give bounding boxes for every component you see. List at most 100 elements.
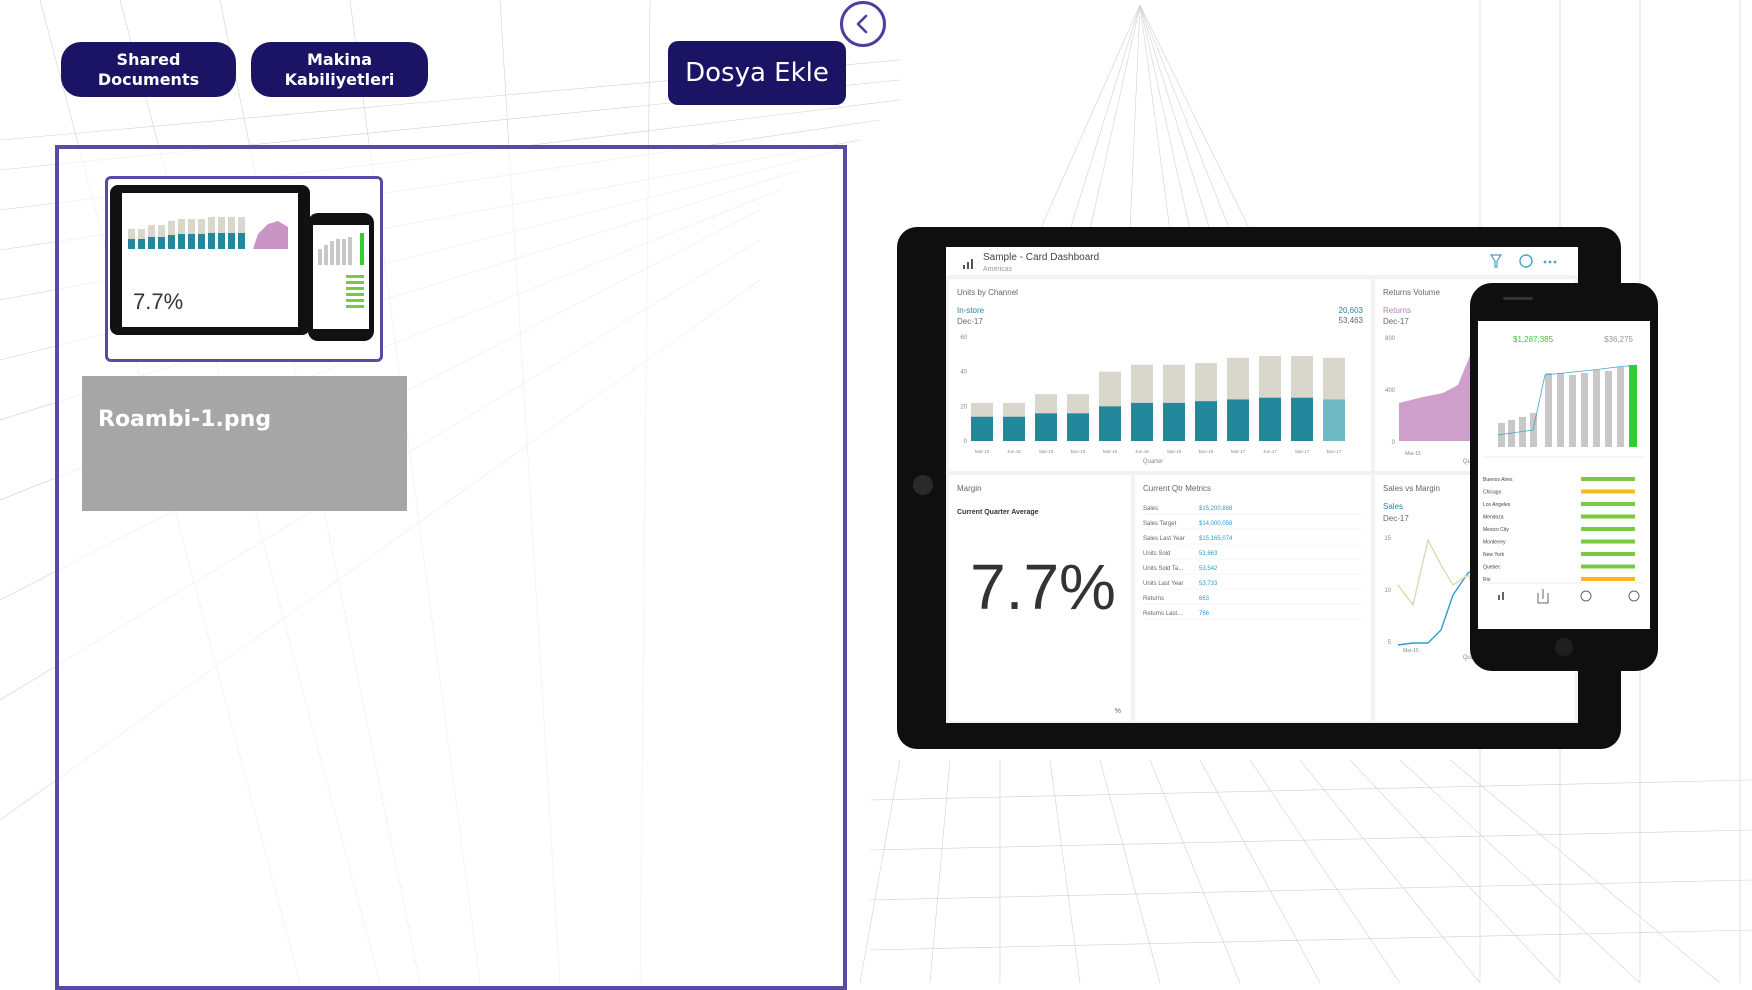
city-bar bbox=[1581, 564, 1635, 569]
svg-text:Dec-17: Dec-17 bbox=[957, 317, 983, 326]
bar-segment-instore bbox=[1163, 402, 1185, 441]
metric-value: 766 bbox=[1199, 611, 1210, 617]
x-tick-label: Mar-16 bbox=[1103, 449, 1118, 454]
svg-text:Returns Volume: Returns Volume bbox=[1383, 288, 1440, 297]
makina-kabiliyetleri-button[interactable]: Makina Kabiliyetleri bbox=[251, 42, 428, 97]
x-tick-label: Sep-15 bbox=[1039, 449, 1054, 454]
metric-value: $14,000,058 bbox=[1199, 521, 1233, 527]
city-bar bbox=[1581, 489, 1635, 494]
file-name-card[interactable]: Roambi-1.png bbox=[82, 376, 407, 511]
bar-segment-other bbox=[971, 402, 993, 417]
city-label: New York bbox=[1483, 552, 1505, 558]
file-name-label: Roambi-1.png bbox=[98, 407, 272, 432]
city-label: Quebec bbox=[1483, 565, 1501, 571]
svg-text:Sales: Sales bbox=[1383, 502, 1403, 511]
svg-text:Margin: Margin bbox=[957, 484, 981, 493]
city-bar bbox=[1581, 577, 1635, 581]
bar-segment-other bbox=[1131, 364, 1153, 403]
metric-label: Sales Last Year bbox=[1143, 536, 1185, 542]
svg-text:10: 10 bbox=[1384, 588, 1391, 594]
x-tick-label: Mar-17 bbox=[1231, 449, 1246, 454]
x-tick-label: Sep-17 bbox=[1295, 449, 1310, 454]
chevron-left-icon bbox=[856, 14, 868, 34]
bar-segment-other bbox=[1227, 357, 1249, 400]
y-tick-label: 20 bbox=[960, 404, 967, 410]
x-tick-label: Jun-16 bbox=[1135, 449, 1149, 454]
bar-segment-instore bbox=[1003, 416, 1025, 441]
svg-text:Dec-17: Dec-17 bbox=[1383, 514, 1409, 523]
city-label: Mendoza bbox=[1483, 515, 1504, 521]
svg-text:%: % bbox=[1115, 708, 1121, 715]
dashboard-title: Sample - Card Dashboard bbox=[983, 252, 1099, 263]
city-label: Rio bbox=[1483, 577, 1491, 583]
metric-label: Returns bbox=[1143, 596, 1164, 602]
svg-text:In-store: In-store bbox=[957, 306, 985, 315]
dosya-ekle-button[interactable]: Dosya Ekle bbox=[668, 41, 846, 105]
svg-text:Dec-17: Dec-17 bbox=[1383, 317, 1409, 326]
city-label: Monterrey bbox=[1483, 540, 1506, 546]
metric-label: Returns Last... bbox=[1143, 611, 1182, 617]
svg-text:Mar-15: Mar-15 bbox=[1403, 648, 1419, 654]
dashboard-subtitle: Americas bbox=[983, 266, 1013, 273]
x-tick-label: Mar-15 bbox=[975, 449, 990, 454]
city-bar bbox=[1581, 477, 1635, 481]
thumbnail-image: 7.7% bbox=[108, 179, 380, 359]
city-bar bbox=[1581, 527, 1635, 531]
svg-text:Sales vs Margin: Sales vs Margin bbox=[1383, 484, 1440, 493]
svg-text:7.7%: 7.7% bbox=[133, 289, 183, 314]
svg-text:Mar-15: Mar-15 bbox=[1405, 451, 1421, 457]
city-bar bbox=[1581, 502, 1635, 506]
shared-documents-button[interactable]: Shared Documents bbox=[61, 42, 236, 97]
bar-segment-other bbox=[1003, 402, 1025, 417]
metric-label: Units Last Year bbox=[1143, 581, 1183, 587]
x-tick-label: Dec-16 bbox=[1199, 449, 1214, 454]
bar-segment-instore bbox=[1035, 413, 1057, 441]
city-bar bbox=[1581, 514, 1635, 519]
svg-text:$36,275: $36,275 bbox=[1604, 335, 1633, 344]
svg-text:Units by Channel: Units by Channel bbox=[957, 288, 1018, 297]
metric-value: $15,200,868 bbox=[1199, 506, 1233, 512]
bar-segment-other bbox=[1035, 394, 1057, 414]
bar-segment-instore bbox=[1131, 402, 1153, 441]
current-qtr-metrics-card bbox=[1135, 475, 1371, 721]
city-label: Los Angeles bbox=[1483, 502, 1511, 508]
bar-segment-other bbox=[1291, 356, 1313, 398]
x-tick-label: Jun-17 bbox=[1263, 449, 1277, 454]
bar-segment-other bbox=[1067, 394, 1089, 414]
x-tick-label: Sep-16 bbox=[1167, 449, 1182, 454]
svg-text:20,603: 20,603 bbox=[1339, 306, 1364, 315]
margin-value: 7.7% bbox=[970, 551, 1116, 623]
dashboard-device-illustration: Sample - Card Dashboard Americas Units b… bbox=[897, 227, 1658, 749]
metric-label: Sales Target bbox=[1143, 521, 1177, 527]
bar-segment-instore bbox=[1067, 413, 1089, 441]
bar-segment-other bbox=[1259, 356, 1281, 398]
city-bar bbox=[1581, 539, 1635, 544]
svg-text:400: 400 bbox=[1385, 388, 1396, 394]
svg-text:800: 800 bbox=[1385, 336, 1396, 342]
metric-value: 663 bbox=[1199, 596, 1210, 602]
city-bar bbox=[1581, 552, 1635, 556]
svg-text:Current Qtr Metrics: Current Qtr Metrics bbox=[1143, 484, 1211, 493]
bar-segment-instore bbox=[971, 416, 993, 441]
y-tick-label: 60 bbox=[960, 335, 967, 341]
metric-value: 53,542 bbox=[1199, 566, 1218, 572]
x-tick-label: Dec-17 bbox=[1327, 449, 1342, 454]
more-icon bbox=[1543, 260, 1557, 264]
bar-segment-instore bbox=[1195, 401, 1217, 441]
svg-text:53,463: 53,463 bbox=[1339, 316, 1364, 325]
bar-segment-instore bbox=[1291, 397, 1313, 441]
svg-text:Returns: Returns bbox=[1383, 306, 1411, 315]
bar-segment-instore bbox=[1227, 399, 1249, 441]
bar-segment-instore bbox=[1099, 406, 1121, 441]
bar-segment-other bbox=[1323, 357, 1345, 400]
svg-text:Quarter: Quarter bbox=[1143, 459, 1163, 465]
bar-segment-other bbox=[1099, 371, 1121, 407]
y-tick-label: 40 bbox=[960, 370, 967, 376]
file-thumbnail[interactable]: 7.7% bbox=[105, 176, 383, 362]
metric-label: Units Sold Ta... bbox=[1143, 566, 1184, 572]
metric-label: Units Sold bbox=[1143, 551, 1170, 557]
metric-label: Sales bbox=[1143, 506, 1158, 512]
back-button[interactable] bbox=[840, 1, 886, 47]
city-label: Chicago bbox=[1483, 490, 1502, 496]
metric-value: 53,733 bbox=[1199, 581, 1218, 587]
